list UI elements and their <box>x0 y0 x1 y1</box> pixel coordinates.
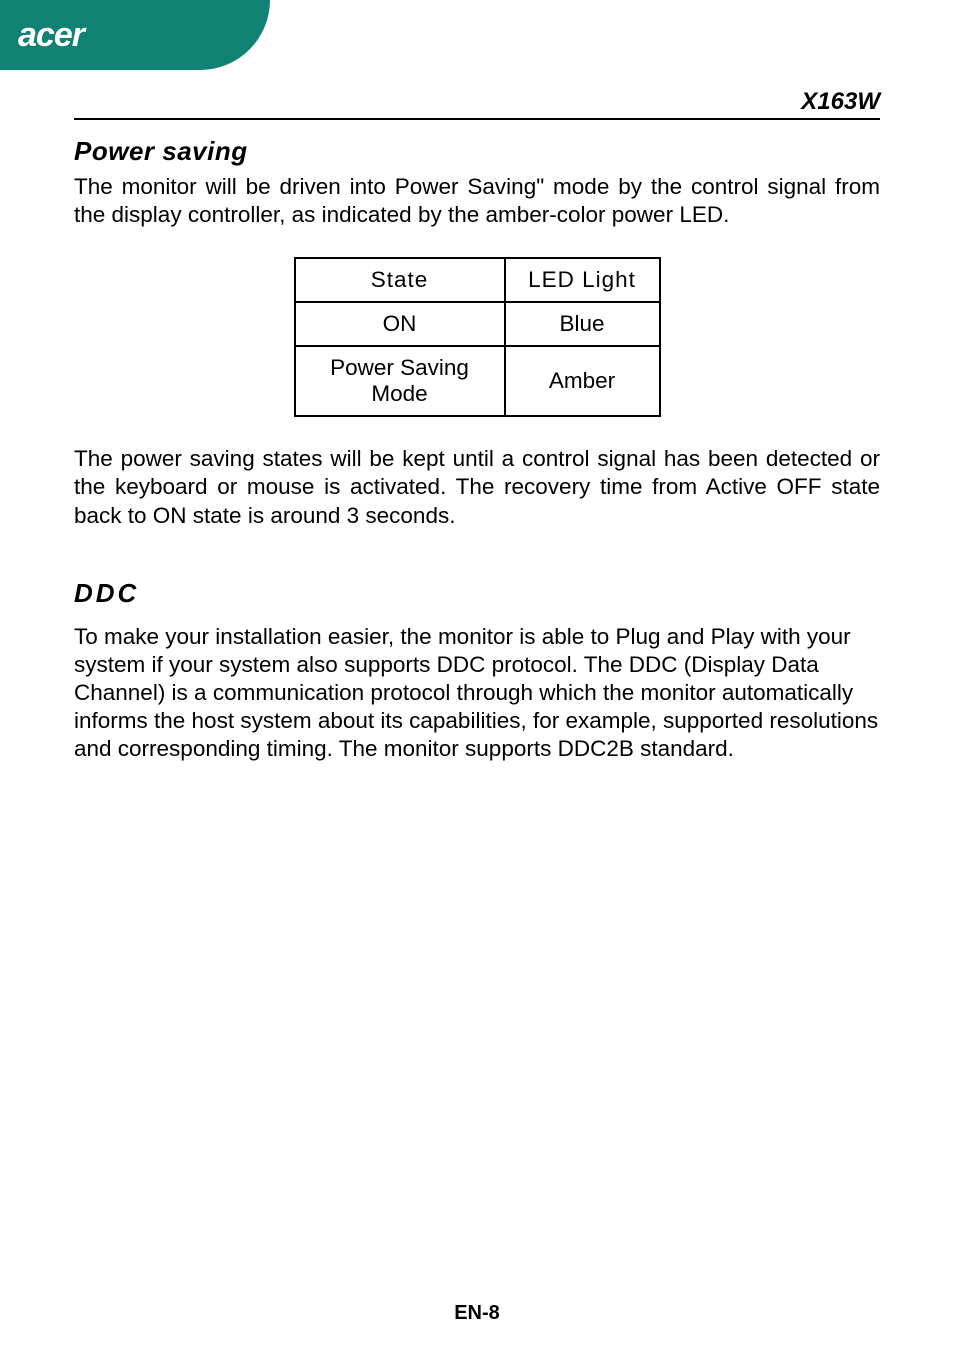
power-state-table: State LED Light ON Blue Power Saving Mod… <box>294 257 661 417</box>
table-row: ON Blue <box>295 302 660 346</box>
table-header-row: State LED Light <box>295 258 660 302</box>
model-number: X163W <box>801 88 880 116</box>
header-divider <box>74 118 880 120</box>
ddc-body-text: To make your installation easier, the mo… <box>74 623 880 764</box>
section-heading-ddc: DDC <box>74 578 880 609</box>
table-cell-state: ON <box>295 302 505 346</box>
table-cell-state: Power Saving Mode <box>295 346 505 416</box>
table-row: Power Saving Mode Amber <box>295 346 660 416</box>
table-cell-led: Amber <box>505 346 660 416</box>
brand-corner-badge: acer <box>0 0 270 70</box>
page-content: Power saving The monitor will be driven … <box>74 136 880 763</box>
power-saving-intro-text: The monitor will be driven into Power Sa… <box>74 173 880 229</box>
power-saving-outro-text: The power saving states will be kept unt… <box>74 445 880 529</box>
table-header-state: State <box>295 258 505 302</box>
acer-logo: acer <box>18 16 84 55</box>
page-number: EN-8 <box>0 1302 954 1325</box>
table-cell-led: Blue <box>505 302 660 346</box>
table-header-led: LED Light <box>505 258 660 302</box>
section-heading-power-saving: Power saving <box>74 136 880 167</box>
